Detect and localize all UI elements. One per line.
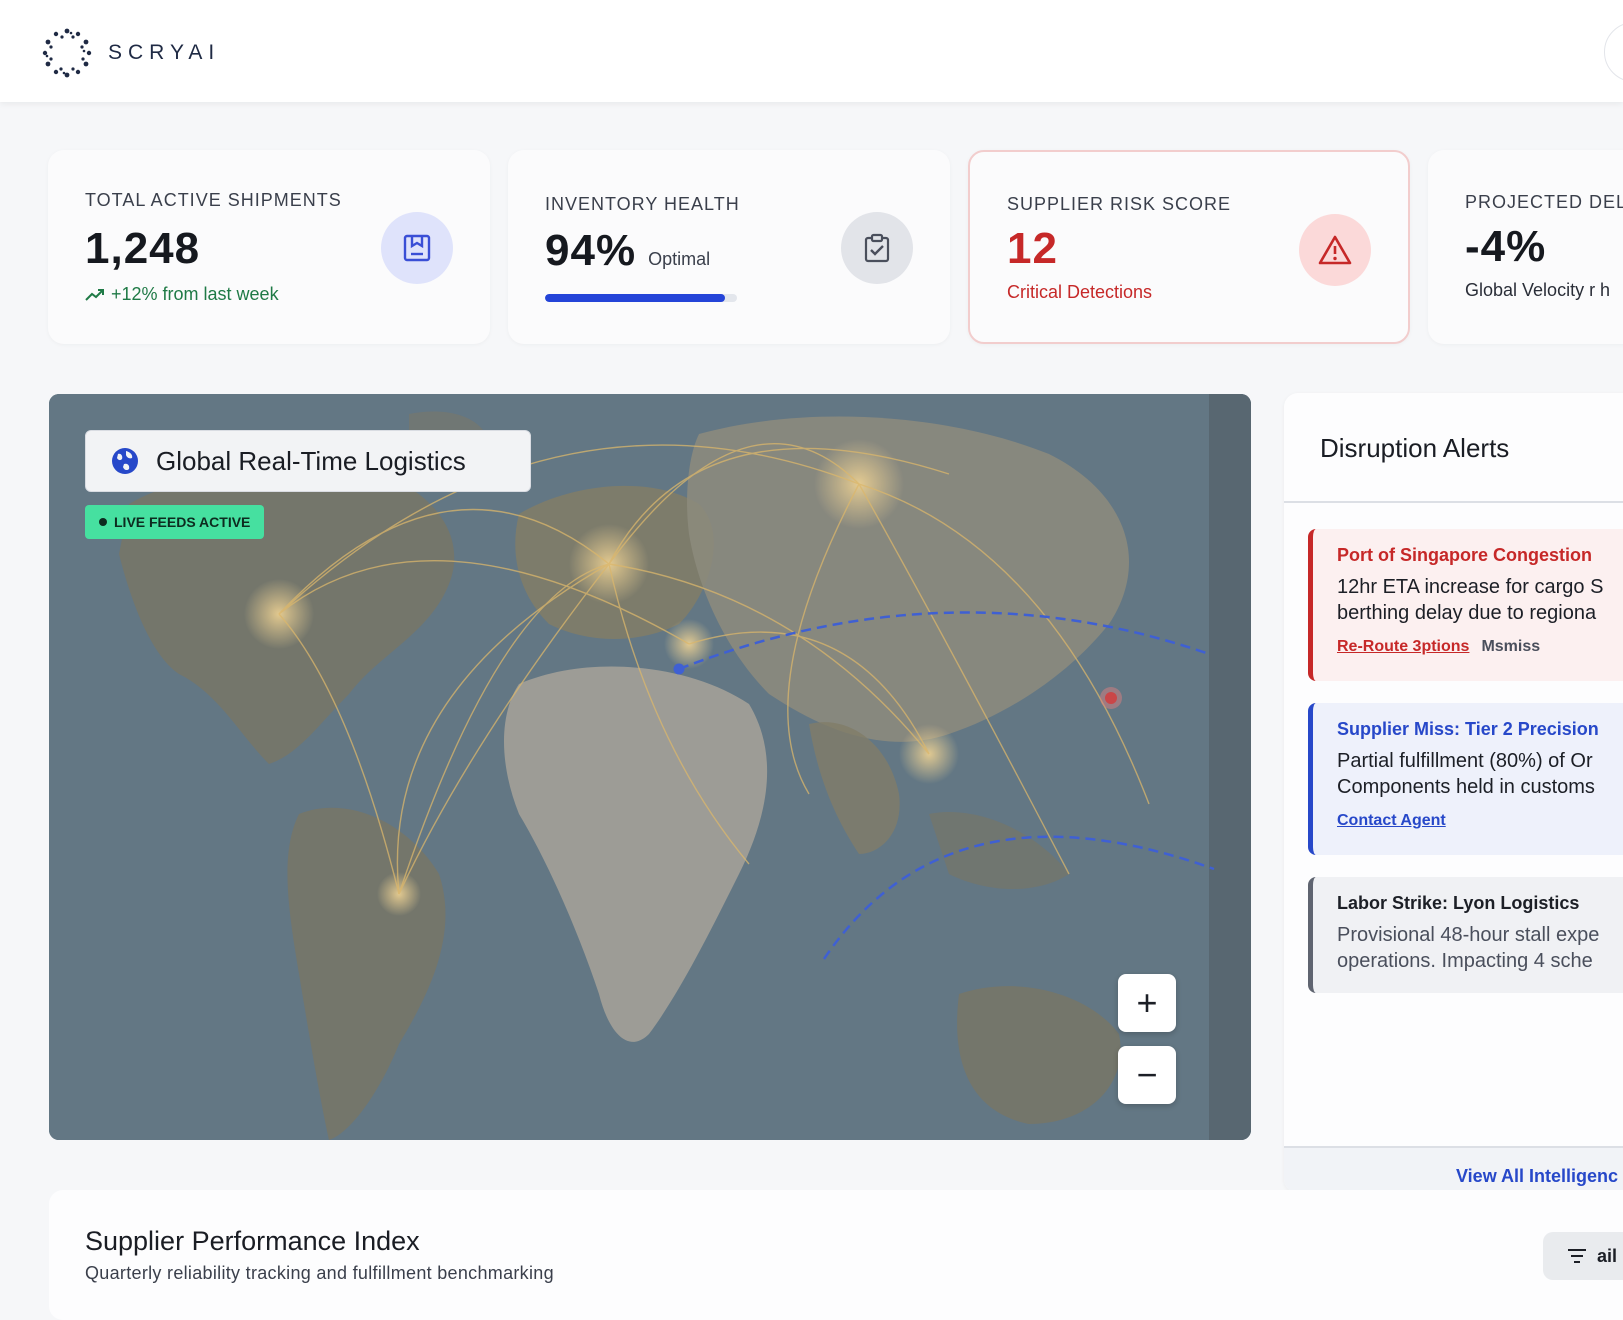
kpi-status: Optimal [648,249,711,269]
alert-actions: Re-Route 3ptions Msmiss [1337,638,1623,656]
alert-line: Provisional 48-hour stall expe [1337,924,1600,946]
clipboard-check-icon [841,212,913,284]
section-subtitle: Quarterly reliability tracking and fulfi… [85,1263,554,1283]
alert-item-labor-strike[interactable]: Labor Strike: Lyon Logistics Provisional… [1308,877,1623,993]
alert-body: Partial fulfillment (80%) of Or Componen… [1337,748,1623,800]
kpi-sub: Global Velocity r h [1465,280,1611,300]
kpi-label: PROJECTED DEL [1465,192,1623,212]
alert-title: Labor Strike: Lyon Logistics [1337,893,1580,913]
alerts-title: Disruption Alerts [1320,433,1510,463]
reroute-options-link[interactable]: Re-Route 3ptions [1337,638,1469,656]
alert-line: 12hr ETA increase for cargo S [1337,576,1604,598]
kpi-value-row: 94% Optimal [545,226,710,276]
section-title: Supplier Performance Index [85,1226,420,1256]
scryai-logo-icon [42,28,92,78]
alert-line: Components held in customs [1337,776,1595,798]
kpi-value: 1,248 [85,224,201,273]
filter-label: ail [1597,1245,1618,1266]
alert-body: 12hr ETA increase for cargo S berthing d… [1337,574,1623,626]
alert-item-supplier-miss[interactable]: Supplier Miss: Tier 2 Precision Partial … [1308,703,1623,855]
filter-button[interactable]: ail [1543,1232,1623,1280]
brand-name: SCRYAI [108,41,221,64]
inventory-health-bar [545,294,737,302]
live-feeds-badge: LIVE FEEDS ACTIVE [85,505,265,539]
alert-title: Supplier Miss: Tier 2 Precision [1337,719,1599,739]
alert-line: berthing delay due to regiona [1337,602,1597,624]
alert-line: operations. Impacting 4 sche [1337,950,1593,972]
global-logistics-map[interactable]: Global Real-Time Logistics LIVE FEEDS AC… [49,394,1251,1140]
alert-line: Partial fulfillment (80%) of Or [1337,750,1593,772]
kpi-sub: Critical Detections [1007,282,1153,302]
user-avatar[interactable] [1604,22,1623,82]
warning-triangle-icon [1299,214,1371,286]
kpi-trend: +12% from last week [85,284,279,305]
kpi-value: 94% [545,226,637,275]
kpi-inventory-health: INVENTORY HEALTH 94% Optimal [508,150,950,344]
brand-logo[interactable]: SCRYAI [40,26,220,80]
alert-body: Provisional 48-hour stall expe operation… [1337,922,1623,974]
supplier-performance-card: Supplier Performance Index Quarterly rel… [49,1190,1623,1320]
filter-icon [1568,1249,1586,1263]
kpi-supplier-risk-score: SUPPLIER RISK SCORE 12 Critical Detectio… [968,150,1410,344]
inventory-box-icon [381,212,453,284]
live-indicator-dot [99,518,107,526]
kpi-label: INVENTORY HEALTH [545,194,740,214]
inventory-health-fill [545,294,726,302]
kpi-label: SUPPLIER RISK SCORE [1007,194,1232,214]
alert-title: Port of Singapore Congestion [1337,545,1592,565]
alert-item-singapore[interactable]: Port of Singapore Congestion 12hr ETA in… [1308,529,1623,681]
disruption-alerts-panel: Disruption Alerts Port of Singapore Cong… [1284,393,1623,1193]
dismiss-button[interactable]: Msmiss [1481,638,1540,656]
live-feeds-label: LIVE FEEDS ACTIVE [114,514,251,530]
map-title: Global Real-Time Logistics [156,445,466,476]
map-title-panel: Global Real-Time Logistics [85,430,531,492]
trending-up-icon [85,288,104,301]
kpi-value: -4% [1465,222,1547,271]
kpi-projected-delay: PROJECTED DEL -4% Global Velocity r h [1428,150,1623,344]
kpi-total-active-shipments: TOTAL ACTIVE SHIPMENTS 1,248 +12% from l… [48,150,490,344]
zoom-in-button[interactable]: + [1118,974,1176,1032]
contact-agent-link[interactable]: Contact Agent [1337,812,1446,830]
divider [1284,501,1623,503]
zoom-out-button[interactable]: − [1118,1046,1176,1104]
view-all-intelligence-link[interactable]: View All Intelligenc [1284,1148,1623,1193]
kpi-trend-text: +12% from last week [111,284,279,304]
kpi-label: TOTAL ACTIVE SHIPMENTS [85,190,342,210]
globe-icon [112,448,138,474]
kpi-value: 12 [1007,224,1058,273]
top-bar: SCRYAI [0,0,1623,102]
alert-actions: Contact Agent [1337,812,1623,830]
